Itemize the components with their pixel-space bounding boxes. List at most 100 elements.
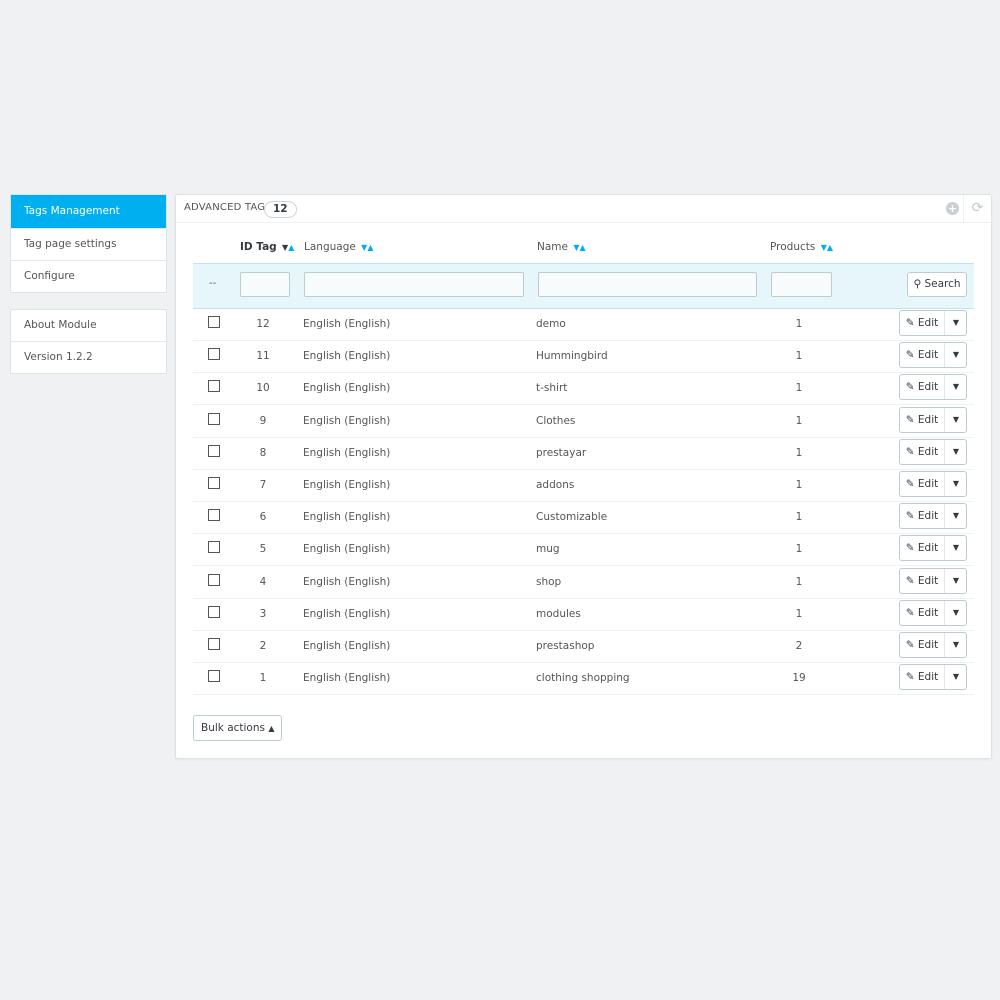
cell-name: prestashop (536, 640, 595, 652)
sort-arrows-icon[interactable]: ▼▲ (821, 243, 833, 252)
cell-language: English (English) (303, 318, 391, 330)
cell-products: 1 (795, 575, 803, 588)
edit-button-group: ✎ Edit ▼ (899, 471, 967, 497)
table-row: 4 English (English) shop 1 ✎ Edit ▼ (193, 566, 974, 599)
filter-products-input[interactable] (771, 272, 832, 297)
cell-id: 1 (259, 672, 267, 685)
chevron-down-icon[interactable]: ▼ (945, 343, 967, 367)
table-row: 12 English (English) demo 1 ✎ Edit ▼ (193, 308, 974, 341)
edit-button[interactable]: ✎ Edit (900, 343, 945, 368)
row-checkbox[interactable] (208, 509, 220, 522)
edit-button-group: ✎ Edit ▼ (899, 664, 967, 691)
table-row: 6 English (English) Customizable 1 ✎ Edit ▼ (193, 501, 974, 535)
edit-button[interactable]: ✎ Edit (900, 407, 945, 432)
cell-products: 1 (795, 511, 803, 524)
pencil-icon: ✎ (905, 381, 915, 394)
chevron-down-icon[interactable]: ▼ (945, 440, 967, 464)
sort-arrows-icon[interactable]: ▼▲ (361, 243, 373, 252)
table-row: 9 English (English) Clothes 1 ✎ Edit ▼ (193, 405, 974, 438)
cell-language: English (English) (303, 511, 391, 524)
chevron-down-icon[interactable]: ▼ (945, 311, 967, 335)
chevron-down-icon[interactable]: ▼ (945, 665, 967, 689)
refresh-icon[interactable]: ⟳ (971, 201, 984, 215)
chevron-down-icon[interactable]: ▼ (945, 569, 967, 593)
edit-button[interactable]: ✎ Edit (900, 472, 945, 496)
chevron-down-icon[interactable]: ▼ (945, 601, 967, 625)
bulk-actions-button[interactable]: Bulk actions ▲ (193, 715, 283, 741)
bulk-actions-label: Bulk actions (201, 722, 265, 734)
edit-button-label: Edit (917, 478, 939, 490)
cell-id: 12 (256, 318, 270, 330)
column-header-products[interactable]: Products ▼▲ (770, 241, 833, 253)
row-checkbox[interactable] (208, 316, 220, 328)
edit-button[interactable]: ✎ Edit (900, 504, 945, 529)
column-label-id-tag: ID Tag (240, 241, 277, 253)
cell-id: 6 (259, 511, 267, 524)
cell-language: English (English) (303, 382, 391, 395)
edit-button-group: ✎ Edit ▼ (899, 535, 967, 562)
column-header-language[interactable]: Language ▼▲ (304, 241, 373, 253)
plus-circle-icon[interactable]: + (946, 202, 959, 215)
edit-button[interactable]: ✎ Edit (900, 600, 945, 625)
cell-language: English (English) (303, 607, 391, 620)
cell-name: shop (536, 575, 562, 588)
row-checkbox[interactable] (208, 605, 220, 618)
sidebar-item-tags-management[interactable]: Tags Management (11, 195, 166, 229)
cell-products: 1 (795, 543, 803, 556)
edit-button[interactable]: ✎ Edit (900, 311, 945, 335)
cell-products: 1 (795, 382, 803, 395)
cell-id: 2 (259, 640, 267, 652)
filter-language-input[interactable] (304, 272, 524, 297)
chevron-down-icon[interactable]: ▼ (945, 633, 967, 657)
edit-button[interactable]: ✎ Edit (900, 439, 945, 464)
cell-name: addons (536, 479, 575, 491)
edit-button-group: ✎ Edit ▼ (899, 599, 967, 626)
edit-button[interactable]: ✎ Edit (900, 633, 945, 657)
cell-products: 1 (795, 607, 803, 620)
chevron-down-icon[interactable]: ▼ (945, 536, 967, 560)
column-header-id-tag[interactable]: ID Tag ▼▲ (240, 241, 294, 253)
sidebar-item-configure[interactable]: Configure (11, 261, 166, 292)
row-checkbox[interactable] (208, 348, 220, 361)
row-checkbox[interactable] (208, 444, 220, 457)
sidebar-item-tag-page-settings[interactable]: Tag page settings (11, 229, 166, 261)
chevron-down-icon[interactable]: ▼ (945, 408, 967, 432)
chevron-down-icon[interactable]: ▼ (945, 375, 967, 399)
edit-button[interactable]: ✎ Edit (900, 536, 945, 561)
table-row: 7 English (English) addons 1 ✎ Edit ▼ (193, 469, 974, 502)
edit-button-label: Edit (917, 606, 939, 619)
row-checkbox[interactable] (208, 541, 220, 554)
cell-products: 1 (795, 350, 803, 363)
pencil-icon: ✎ (905, 574, 915, 587)
edit-button[interactable]: ✎ Edit (900, 375, 945, 400)
search-button[interactable]: ⚲ Search (907, 272, 967, 297)
row-checkbox[interactable] (208, 412, 220, 425)
row-checkbox[interactable] (208, 670, 220, 683)
column-label-language: Language (304, 241, 356, 253)
chevron-down-icon[interactable]: ▼ (945, 504, 967, 528)
edit-button-group: ✎ Edit ▼ (899, 503, 967, 530)
cell-language: English (English) (303, 543, 391, 556)
table-row: 2 English (English) prestashop 2 ✎ Edit ▼ (193, 630, 974, 663)
edit-button-group: ✎ Edit ▼ (899, 406, 967, 433)
row-checkbox[interactable] (208, 380, 220, 393)
row-checkbox[interactable] (208, 573, 220, 586)
sort-arrows-icon[interactable]: ▼▲ (573, 243, 585, 252)
cell-id: 4 (259, 575, 267, 588)
edit-button-group: ✎ Edit ▼ (899, 632, 967, 658)
filter-id-input[interactable] (240, 272, 290, 297)
sidebar-item-about-module[interactable]: About Module (11, 310, 166, 342)
magnifier-icon: ⚲ (913, 278, 922, 290)
edit-button[interactable]: ✎ Edit (900, 568, 945, 593)
count-badge: 12 (264, 201, 297, 218)
filter-name-input[interactable] (538, 272, 757, 297)
chevron-down-icon[interactable]: ▼ (945, 472, 967, 496)
edit-button[interactable]: ✎ Edit (900, 665, 945, 690)
row-checkbox[interactable] (208, 638, 220, 650)
sort-arrows-icon[interactable]: ▼▲ (282, 243, 294, 252)
table-row: 3 English (English) modules 1 ✎ Edit ▼ (193, 598, 974, 631)
cell-products: 1 (795, 318, 803, 330)
row-checkbox[interactable] (208, 477, 220, 489)
column-header-name[interactable]: Name ▼▲ (537, 241, 586, 253)
column-label-name: Name (537, 241, 568, 253)
